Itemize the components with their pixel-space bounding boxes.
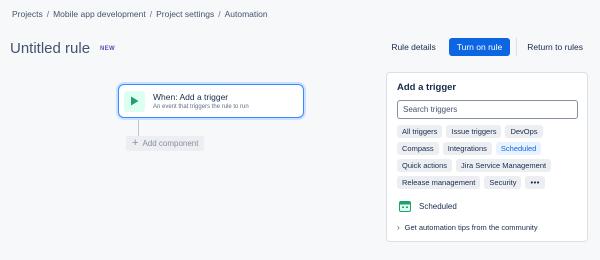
calendar-icon: [399, 201, 411, 212]
play-icon: [124, 90, 145, 112]
automation-tips-toggle[interactable]: › Get automation tips from the community: [397, 223, 538, 232]
turn-on-rule-button[interactable]: Turn on rule: [448, 38, 511, 56]
chip-quick-actions[interactable]: Quick actions: [397, 159, 453, 172]
panel-heading: Add a trigger: [397, 82, 457, 93]
automation-tips-label: Get automation tips from the community: [404, 223, 538, 232]
chip-security[interactable]: Security: [484, 176, 522, 189]
breadcrumb-automation[interactable]: Automation: [225, 9, 268, 19]
chip-compass[interactable]: Compass: [397, 142, 439, 155]
trigger-option-scheduled[interactable]: Scheduled: [399, 200, 457, 212]
chip-devops[interactable]: DevOps: [505, 125, 543, 138]
connector-line: [138, 120, 139, 136]
breadcrumb-separator: /: [218, 9, 221, 19]
trigger-text: When: Add a trigger An event that trigge…: [153, 92, 249, 110]
breadcrumb: Projects / Mobile app development / Proj…: [12, 9, 268, 19]
plus-icon: +: [132, 137, 139, 149]
trigger-card[interactable]: When: Add a trigger An event that trigge…: [118, 84, 304, 118]
add-component-label: Add component: [142, 139, 199, 148]
chip-integrations[interactable]: Integrations: [442, 142, 492, 155]
trigger-subtitle: An event that triggers the rule to run: [153, 104, 249, 110]
chip-issue-triggers[interactable]: Issue triggers: [446, 125, 502, 138]
breadcrumb-projects[interactable]: Projects: [12, 9, 43, 19]
add-component-button[interactable]: + Add component: [126, 136, 204, 151]
more-chips-button[interactable]: •••: [525, 176, 545, 189]
breadcrumb-mobile-app-development[interactable]: Mobile app development: [53, 9, 146, 19]
breadcrumb-project-settings[interactable]: Project settings: [156, 9, 214, 19]
new-badge: NEW: [100, 45, 115, 52]
header-actions: Rule details Turn on rule Return to rule…: [384, 38, 590, 56]
chip-jira-service-management[interactable]: Jira Service Management: [456, 159, 552, 172]
page-title[interactable]: Untitled rule: [10, 40, 90, 57]
chip-release-management[interactable]: Release management: [397, 176, 481, 189]
breadcrumb-separator: /: [149, 9, 153, 19]
trigger-option-label: Scheduled: [419, 201, 457, 211]
trigger-category-chips: All triggers Issue triggers DevOps Compa…: [397, 125, 581, 189]
chip-all-triggers[interactable]: All triggers: [397, 125, 443, 138]
search-triggers-input[interactable]: [397, 100, 578, 119]
rule-details-button[interactable]: Rule details: [384, 38, 442, 56]
trigger-title: When: Add a trigger: [153, 92, 229, 102]
add-trigger-panel: Add a trigger All triggers Issue trigger…: [386, 72, 588, 242]
breadcrumb-separator: /: [46, 9, 50, 19]
title-row: Untitled rule NEW: [10, 40, 115, 57]
chip-scheduled[interactable]: Scheduled: [495, 142, 542, 155]
return-to-rules-button[interactable]: Return to rules: [516, 38, 590, 56]
chevron-right-icon: ›: [397, 223, 400, 232]
